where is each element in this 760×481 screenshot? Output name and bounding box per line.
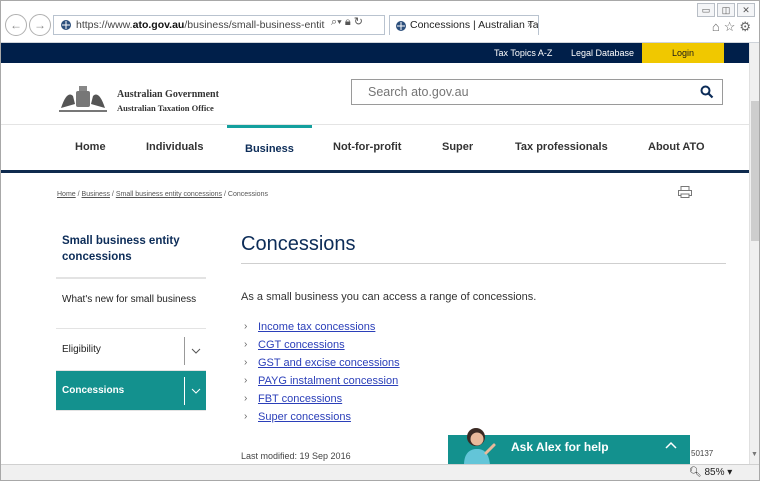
sidebar-nav: Small business entity concessions What's…	[56, 233, 206, 411]
search-icon[interactable]	[700, 85, 714, 99]
org-name: Australian Government	[117, 89, 219, 100]
browser-tab[interactable]: Concessions | Australian Ta... ×	[389, 15, 539, 35]
breadcrumb: Home / Business / Small business entity …	[57, 191, 268, 198]
search-dropdown-icon[interactable]: ⌕▾	[331, 16, 342, 28]
refresh-icon[interactable]: ↻	[354, 16, 363, 28]
sidebar-item-eligibility[interactable]: Eligibility	[56, 329, 206, 371]
chevron-right-icon: ›	[244, 357, 248, 368]
web-page: Tax Topics A-Z Legal Database Login Aust…	[1, 43, 749, 464]
print-icon[interactable]	[678, 186, 692, 198]
url-path: /business/small-business-entit	[184, 19, 325, 31]
nav-about[interactable]: About ATO	[648, 125, 705, 170]
page-title: Concessions	[241, 233, 726, 264]
main-content: Concessions As a small business you can …	[241, 233, 726, 426]
login-button[interactable]: Login	[642, 43, 724, 63]
restore-icon[interactable]: ◫	[717, 3, 735, 17]
link-super[interactable]: Super concessions	[258, 411, 351, 423]
nav-individuals[interactable]: Individuals	[146, 125, 203, 170]
concession-links: › Income tax concessions › CGT concessions…	[241, 318, 726, 426]
alex-avatar-icon[interactable]	[456, 423, 506, 464]
link-income-tax[interactable]: Income tax concessions	[258, 321, 375, 333]
browser-toolbar: ▭ ◫ ✕ ← → https://www.ato.gov.au/busines…	[1, 1, 759, 43]
nav-not-for-profit[interactable]: Not-for-profit	[333, 125, 401, 170]
zoom-value: 85%	[704, 467, 725, 478]
site-header: Australian Government Australian Taxatio…	[1, 63, 749, 125]
legal-database-link[interactable]: Legal Database	[571, 43, 634, 63]
breadcrumb-separator: /	[77, 191, 80, 198]
chat-label: Ask Alex for help	[511, 440, 609, 454]
link-fbt[interactable]: FBT concessions	[258, 393, 342, 405]
zoom-level[interactable]: 🔍︎ 85% ▾	[689, 467, 732, 478]
favorites-star-icon[interactable]: ☆	[724, 19, 740, 34]
lock-icon[interactable]: 🔒︎	[345, 16, 351, 28]
breadcrumb-current: Concessions	[227, 191, 268, 198]
page-id: 50137	[691, 449, 714, 458]
breadcrumb-sbe[interactable]: Small business entity concessions	[116, 191, 222, 198]
site-search	[351, 79, 723, 105]
url-domain: ato.gov.au	[132, 19, 185, 31]
list-item: › Income tax concessions	[241, 318, 726, 336]
status-bar: 🔍︎ 85% ▾	[1, 464, 759, 480]
office-name: Australian Taxation Office	[117, 103, 214, 113]
list-item: › GST and excise concessions	[241, 354, 726, 372]
settings-gear-icon[interactable]: ⚙	[739, 19, 755, 34]
nav-tax-professionals[interactable]: Tax professionals	[515, 125, 608, 170]
chevron-right-icon: ›	[244, 375, 248, 386]
chevron-up-icon[interactable]	[665, 440, 677, 450]
ato-favicon-icon	[396, 21, 406, 31]
ato-favicon-icon	[61, 20, 71, 30]
link-cgt[interactable]: CGT concessions	[258, 339, 345, 351]
sidebar-item-whats-new[interactable]: What's new for small business	[56, 279, 206, 329]
scroll-down-icon[interactable]: ▼	[751, 451, 758, 458]
utility-nav: Tax Topics A-Z Legal Database Login	[1, 43, 749, 63]
list-item: › CGT concessions	[241, 336, 726, 354]
window-controls: ▭ ◫ ✕	[697, 3, 755, 17]
link-payg[interactable]: PAYG instalment concession	[258, 375, 398, 387]
chevron-right-icon: ›	[244, 393, 248, 404]
nav-super[interactable]: Super	[442, 125, 473, 170]
list-item: › PAYG instalment concession	[241, 372, 726, 390]
home-icon[interactable]: ⌂	[712, 19, 724, 34]
close-window-icon[interactable]: ✕	[737, 3, 755, 17]
browser-tools: ⌂☆⚙	[712, 19, 755, 35]
scrollbar-thumb[interactable]	[751, 101, 759, 241]
search-input[interactable]	[352, 80, 682, 104]
forward-button[interactable]: →	[29, 14, 51, 36]
browser-window: ▭ ◫ ✕ ← → https://www.ato.gov.au/busines…	[0, 0, 760, 481]
nav-home[interactable]: Home	[75, 125, 106, 170]
url-prefix: https://www.	[76, 19, 133, 31]
sidebar-item-label: Concessions	[62, 385, 125, 396]
chevron-right-icon: ›	[244, 411, 248, 422]
nav-business[interactable]: Business	[227, 125, 312, 170]
minimize-icon[interactable]: ▭	[697, 3, 715, 17]
sidebar-title[interactable]: Small business entity concessions	[56, 233, 206, 279]
chevron-down-icon[interactable]	[184, 377, 206, 405]
list-item: › FBT concessions	[241, 390, 726, 408]
tax-topics-link[interactable]: Tax Topics A-Z	[494, 43, 552, 63]
main-nav: Home Individuals Business Not-for-profit…	[1, 125, 749, 173]
address-bar-actions: ⌕▾ 🔒︎ ↻	[331, 15, 363, 29]
breadcrumb-business[interactable]: Business	[82, 191, 110, 198]
chevron-right-icon: ›	[244, 321, 248, 332]
sidebar-item-label: Eligibility	[62, 344, 101, 355]
tab-close-icon[interactable]: ×	[527, 16, 533, 35]
chevron-right-icon: ›	[244, 339, 248, 350]
sidebar-item-concessions[interactable]: Concessions	[56, 371, 206, 411]
breadcrumb-separator: /	[111, 191, 114, 198]
coat-of-arms-logo[interactable]	[55, 82, 111, 114]
breadcrumb-home[interactable]: Home	[57, 191, 76, 198]
sidebar-item-label: What's new for small business	[62, 294, 197, 305]
link-gst-excise[interactable]: GST and excise concessions	[258, 357, 400, 369]
breadcrumb-separator: /	[223, 191, 226, 198]
tab-title: Concessions | Australian Ta...	[410, 19, 539, 31]
intro-text: As a small business you can access a ran…	[241, 291, 537, 303]
back-button[interactable]: ←	[5, 14, 27, 36]
last-modified: Last modified: 19 Sep 2016	[241, 451, 351, 461]
chevron-down-icon[interactable]	[184, 337, 206, 365]
vertical-scrollbar[interactable]: ▼	[749, 43, 759, 464]
